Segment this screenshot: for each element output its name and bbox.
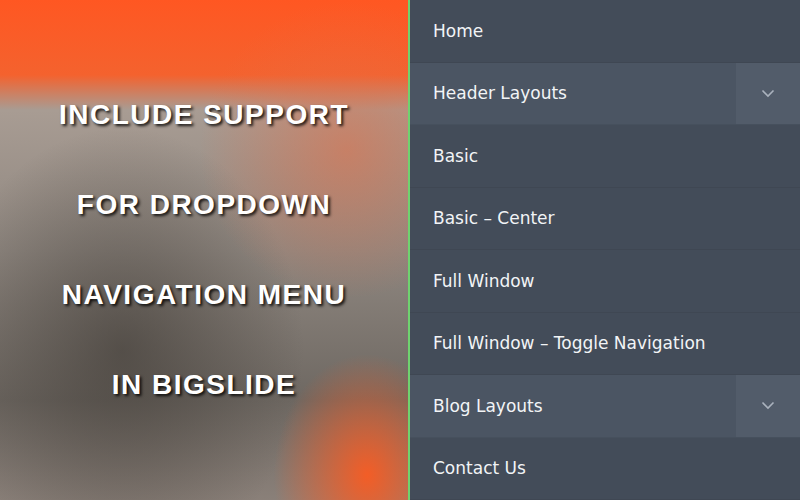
chevron-down-icon — [761, 401, 775, 410]
menu-item[interactable]: Basic – Center — [410, 188, 800, 251]
menu-item-label[interactable]: Full Window — [410, 250, 800, 312]
headline-line: INCLUDE SUPPORT — [59, 95, 349, 135]
menu-item[interactable]: Full Window — [410, 250, 800, 313]
menu-item-label[interactable]: Basic — [410, 125, 800, 187]
chevron-down-icon — [761, 89, 775, 98]
navigation-menu: HomeHeader LayoutsBasicBasic – CenterFul… — [408, 0, 800, 500]
headline-line: NAVIGATION MENU — [62, 275, 346, 315]
submenu-toggle[interactable] — [736, 375, 800, 437]
menu-item[interactable]: Basic — [410, 125, 800, 188]
menu-item-label[interactable]: Basic – Center — [410, 188, 800, 250]
menu-item[interactable]: Header Layouts — [410, 63, 800, 126]
menu-item[interactable]: Blog Layouts — [410, 375, 800, 438]
menu-item[interactable]: Home — [410, 0, 800, 63]
submenu-toggle[interactable] — [736, 63, 800, 125]
headline-line: IN BIGSLIDE — [112, 365, 297, 405]
page: INCLUDE SUPPORT FOR DROPDOWN NAVIGATION ME… — [0, 0, 800, 500]
banner: INCLUDE SUPPORT FOR DROPDOWN NAVIGATION ME… — [0, 0, 408, 500]
menu-item[interactable]: Full Window – Toggle Navigation — [410, 313, 800, 376]
menu-item-label[interactable]: Header Layouts — [410, 63, 736, 125]
menu-item[interactable]: Contact Us — [410, 438, 800, 500]
menu-item-label[interactable]: Home — [410, 0, 800, 62]
headline-line: FOR DROPDOWN — [77, 185, 331, 225]
menu-item-label[interactable]: Blog Layouts — [410, 375, 736, 437]
menu-item-label[interactable]: Full Window – Toggle Navigation — [410, 313, 800, 375]
menu-item-label[interactable]: Contact Us — [410, 438, 800, 500]
